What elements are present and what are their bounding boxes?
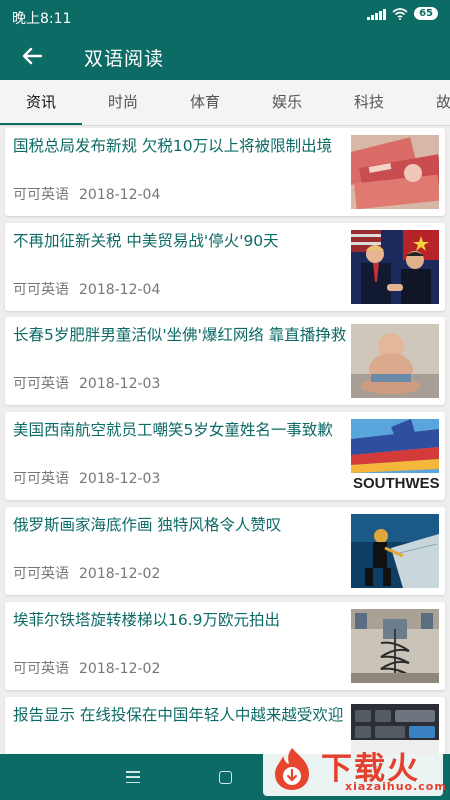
tab-tech[interactable]: 科技 (328, 80, 410, 125)
battery-icon: 65 (414, 7, 438, 20)
article-meta: 可可英语 2018-12-02 (13, 658, 160, 678)
article-source: 可可英语 (13, 187, 69, 203)
list-item[interactable]: 国税总局发布新规 欠税10万以上将被限制出境 可可英语 2018-12-04 (5, 128, 445, 216)
article-title[interactable]: 报告显示 在线投保在中国年轻人中越来越受欢迎 (13, 703, 349, 728)
article-meta: 可可英语 2018-12-03 (13, 468, 160, 488)
article-source: 可可英语 (13, 282, 69, 298)
tab-sports[interactable]: 体育 (164, 80, 246, 125)
status-icons: 65 (367, 7, 438, 20)
article-meta: 可可英语 2018-12-04 (13, 279, 160, 299)
home-icon[interactable] (219, 771, 232, 784)
money-photo[interactable] (351, 135, 439, 209)
child-sitting-photo[interactable] (351, 324, 439, 398)
article-source: 可可英语 (13, 566, 69, 582)
wifi-icon (392, 7, 408, 20)
article-title[interactable]: 美国西南航空就员工嘲笑5岁女童姓名一事致歉 (13, 418, 349, 443)
spiral-staircase-photo[interactable] (351, 609, 439, 683)
southwest-logo-text: SOUTHWEST (353, 475, 439, 492)
app-bar: 双语阅读 (0, 32, 450, 80)
article-source: 可可英语 (13, 471, 69, 487)
watermark: 下载火 xiazaihuo.com (263, 740, 446, 796)
tab-story[interactable]: 故 (410, 80, 450, 125)
article-meta: 可可英语 2018-12-02 (13, 563, 160, 583)
article-title[interactable]: 不再加征新关税 中美贸易战'停火'90天 (13, 229, 349, 254)
article-title[interactable]: 埃菲尔铁塔旋转楼梯以16.9万欧元拍出 (13, 608, 349, 633)
leaders-handshake-photo[interactable] (351, 230, 439, 304)
article-title[interactable]: 俄罗斯画家海底作画 独特风格令人赞叹 (13, 513, 349, 538)
article-title[interactable]: 长春5岁肥胖男童活似'坐佛'爆红网络 靠直播挣救 (13, 323, 349, 348)
menu-icon[interactable] (126, 771, 140, 783)
article-date: 2018-12-03 (79, 471, 161, 487)
article-date: 2018-12-03 (79, 376, 161, 392)
article-date: 2018-12-02 (79, 661, 161, 677)
tab-news[interactable]: 资讯 (0, 80, 82, 125)
article-source: 可可英语 (13, 376, 69, 392)
article-meta: 可可英语 2018-12-03 (13, 373, 160, 393)
page-title: 双语阅读 (84, 48, 165, 70)
article-date: 2018-12-02 (79, 566, 161, 582)
list-item[interactable]: 长春5岁肥胖男童活似'坐佛'爆红网络 靠直播挣救 可可英语 2018-12-03 (5, 317, 445, 405)
category-tabs: 资讯 时尚 体育 娱乐 科技 故 (0, 80, 450, 126)
underwater-painter-photo[interactable] (351, 514, 439, 588)
status-bar: 晚上8:11 65 (0, 0, 450, 32)
article-meta: 可可英语 2018-12-04 (13, 184, 160, 204)
flame-logo-icon (275, 748, 309, 790)
article-date: 2018-12-04 (79, 282, 161, 298)
list-item[interactable]: 不再加征新关税 中美贸易战'停火'90天 可可英语 2018-12-04 (5, 223, 445, 311)
article-source: 可可英语 (13, 661, 69, 677)
back-button[interactable] (16, 40, 48, 72)
list-item[interactable]: 美国西南航空就员工嘲笑5岁女童姓名一事致歉 可可英语 2018-12-03 SOU… (5, 412, 445, 500)
list-item[interactable]: 埃菲尔铁塔旋转楼梯以16.9万欧元拍出 可可英语 2018-12-02 (5, 602, 445, 690)
arrow-left-icon (22, 47, 42, 65)
list-item[interactable]: 俄罗斯画家海底作画 独特风格令人赞叹 可可英语 2018-12-02 (5, 507, 445, 595)
watermark-url: xiazaihuo.com (345, 780, 447, 793)
article-list[interactable]: 国税总局发布新规 欠税10万以上将被限制出境 可可英语 2018-12-04 不再… (0, 126, 450, 754)
article-date: 2018-12-04 (79, 187, 161, 203)
status-time: 晚上8:11 (12, 11, 72, 27)
article-title[interactable]: 国税总局发布新规 欠税10万以上将被限制出境 (13, 134, 349, 159)
southwest-plane-photo[interactable]: SOUTHWEST (351, 419, 439, 493)
tab-fashion[interactable]: 时尚 (82, 80, 164, 125)
signal-icon (367, 8, 387, 20)
tab-entertainment[interactable]: 娱乐 (246, 80, 328, 125)
